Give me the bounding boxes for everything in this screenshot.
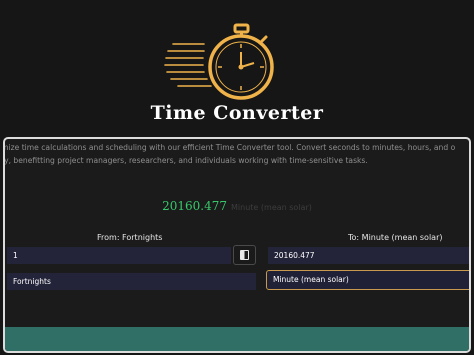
- from-value-input[interactable]: 1: [7, 247, 231, 264]
- to-label: To: Minute (mean solar): [348, 233, 443, 242]
- result-value: 20160.477: [162, 199, 228, 213]
- hero: Time Converter: [0, 0, 474, 136]
- swap-button[interactable]: [233, 245, 256, 265]
- copy-icon: [240, 250, 249, 260]
- to-unit-select[interactable]: Minute (mean solar): [266, 270, 469, 290]
- description-line-1: imize time calculations and scheduling w…: [3, 143, 456, 152]
- description: imize time calculations and scheduling w…: [3, 141, 469, 167]
- converter-card: imize time calculations and scheduling w…: [3, 137, 471, 353]
- footer-band: [5, 327, 469, 351]
- page-title: Time Converter: [150, 102, 324, 124]
- from-label: From: Fortnights: [97, 233, 163, 242]
- from-unit-select[interactable]: Fortnights: [7, 273, 256, 290]
- stopwatch-icon: [164, 23, 274, 100]
- description-line-2: tly, benefitting project managers, resea…: [3, 156, 368, 165]
- result-display: 20160.477 Minute (mean solar): [5, 195, 469, 214]
- to-value-input[interactable]: 20160.477: [268, 247, 469, 264]
- result-unit: Minute (mean solar): [231, 203, 312, 212]
